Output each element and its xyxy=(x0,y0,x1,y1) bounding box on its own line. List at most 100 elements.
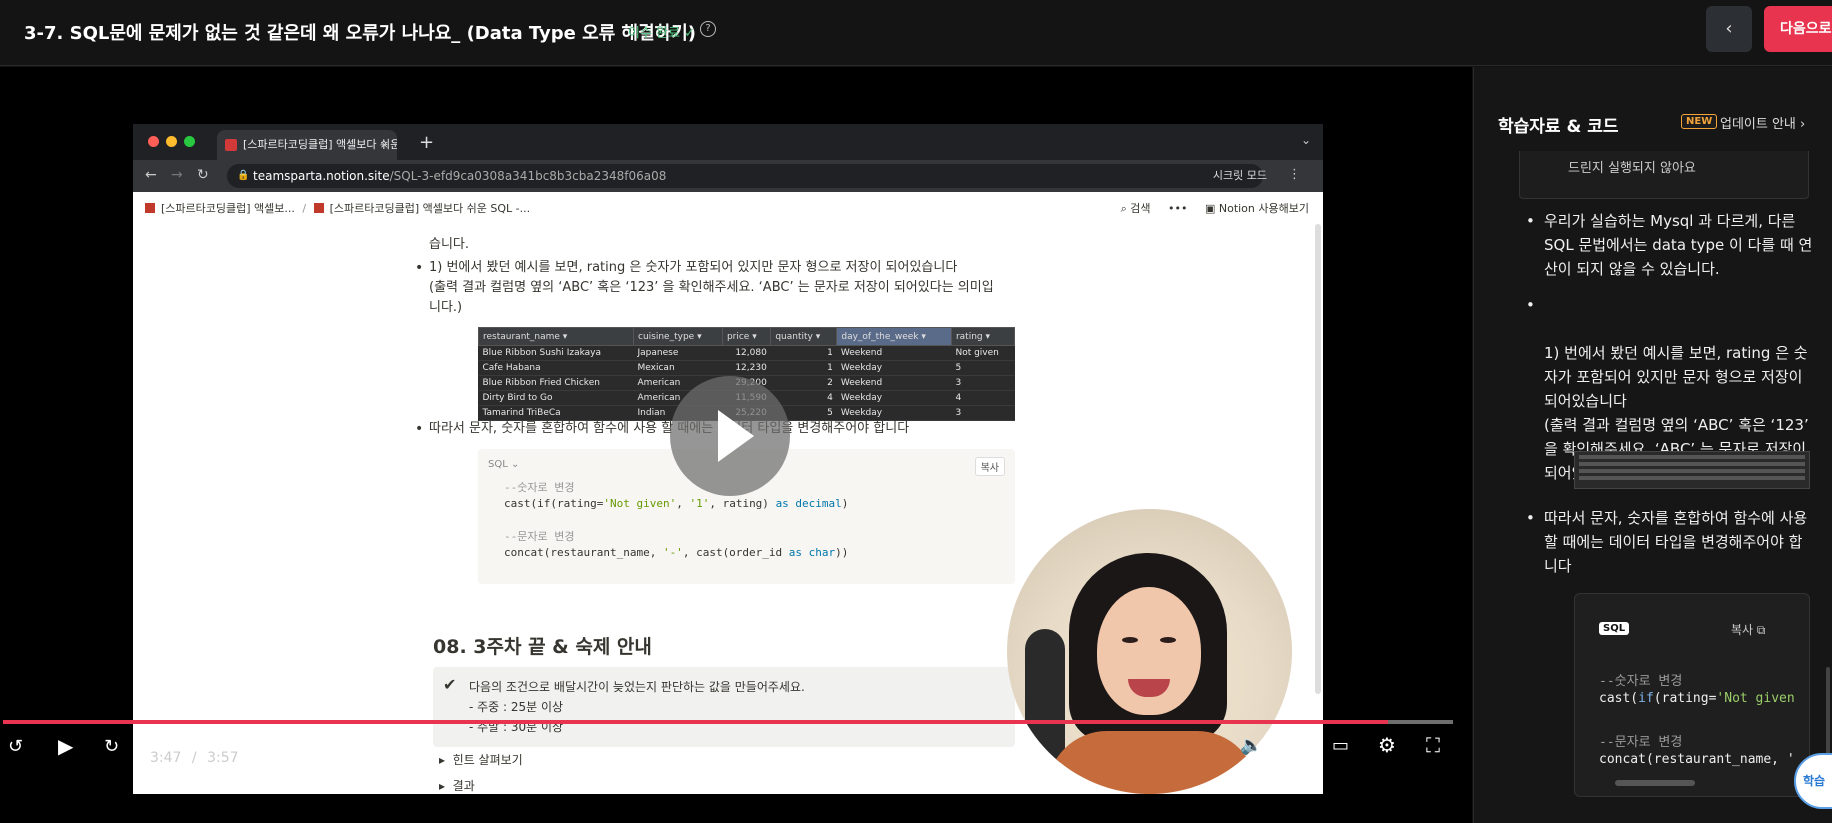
forward-arrow-icon: → xyxy=(171,167,183,183)
code-comment-1: --숫자로 변경 xyxy=(504,481,575,494)
breadcrumb-separator: / xyxy=(302,202,307,215)
hint-toggle: ▸ 힌트 살펴보기 xyxy=(439,753,523,767)
panel-code-block: SQL 복사 ⧉ --숫자로 변경 cast(if(rating='Not gi… xyxy=(1574,593,1810,797)
panel-scroll-area[interactable]: 드린지 실행되지 않아요 • 우리가 실습하는 Mysql 과 다르게, 다른 … xyxy=(1474,151,1832,823)
table-header-cell: rating ▾ xyxy=(950,327,1016,346)
table-cell: 4 xyxy=(951,390,1015,406)
video-player[interactable]: [스파르타코딩클럽] 액셀보다 쉬운 S × + ⌄ ← → ↻ 🔒 teams… xyxy=(0,67,1472,823)
tab-list-chevron-icon: ⌄ xyxy=(1300,133,1311,147)
rewind-10-icon[interactable]: ↺ xyxy=(8,736,23,757)
panel-title: 학습자료 & 코드 xyxy=(1498,117,1619,137)
settings-gear-icon[interactable]: ⚙ xyxy=(1378,733,1396,757)
result-toggle-label: 결과 xyxy=(452,779,475,793)
captions-icon[interactable]: ▭ xyxy=(1332,735,1349,756)
learning-materials-panel: 학습자료 & 코드 NEW 업데이트 안내 › 드린지 실행되지 않아요 • 우… xyxy=(1473,67,1832,823)
code-copy-button: 복사 xyxy=(974,457,1005,476)
book-icon xyxy=(313,203,324,213)
table-header-cell: cuisine_type ▾ xyxy=(633,327,723,346)
table-cell: 2 xyxy=(770,375,837,391)
breadcrumb-item-2: [스파르타코딩클럽] 액셀보다 쉬운 SQL -... xyxy=(329,202,531,215)
fullscreen-icon[interactable]: ⛶ xyxy=(1426,733,1440,757)
thumb-row xyxy=(1579,476,1805,480)
minimize-dot-icon xyxy=(166,136,177,147)
progress-bar[interactable] xyxy=(3,720,1453,724)
table-cell: Weekday xyxy=(836,360,952,376)
eye-shape xyxy=(1160,637,1176,643)
table-cell: Blue Ribbon Sushi Izakaya xyxy=(478,345,634,361)
playback-speed-button[interactable]: ✕ 1.0 xyxy=(1286,731,1305,755)
code-horizontal-scrollbar[interactable] xyxy=(1615,780,1695,786)
table-header-row: restaurant_name ▾ cuisine_type ▾ price ▾ qu… xyxy=(477,327,1016,346)
completion-status: 이수 완료 ✓ xyxy=(628,26,695,41)
notion-topbar: [스파르타코딩클럽] 액셀보... / [스파르타코딩클럽] 액셀보다 쉬운 S… xyxy=(133,192,1323,222)
copy-code-button[interactable]: 복사 ⧉ xyxy=(1731,621,1765,638)
cut-text: 습니다. xyxy=(429,237,470,252)
total-duration: 3:57 xyxy=(207,750,239,766)
help-icon[interactable]: ? xyxy=(700,21,716,37)
table-row: Cafe Habana Mexican 12,230 1 Weekday 5 xyxy=(478,360,1015,376)
table-cell: Japanese xyxy=(633,345,723,361)
result-toggle: ▸ 결과 xyxy=(439,779,475,793)
code-language-label: SQL ⌄ xyxy=(488,459,520,470)
hint-toggle-label: 힌트 살펴보기 xyxy=(452,753,523,767)
thumb-row xyxy=(1579,455,1805,459)
recorded-tab-title: [스파르타코딩클럽] 액셀보다 쉬운 S xyxy=(243,138,397,151)
table-row: Blue Ribbon Sushi Izakaya Japanese 12,080 1… xyxy=(478,345,1015,361)
current-time: 3:47 xyxy=(150,750,182,766)
recorded-omnibox: 🔒 teamsparta.notion.site/SQL-3-efd9ca030… xyxy=(227,164,1263,188)
book-icon xyxy=(145,203,155,213)
code-comment-1: --숫자로 변경 xyxy=(1599,674,1683,689)
play-icon[interactable]: ▶ xyxy=(58,734,73,758)
back-arrow-icon: ← xyxy=(145,167,157,183)
notion-search-label: 검색 xyxy=(1130,202,1151,215)
incognito-label: 시크릿 모드 xyxy=(1212,169,1267,182)
code-line-1: cast(if(rating='Not given xyxy=(1599,691,1795,706)
code-comment-2: --문자로 변경 xyxy=(504,530,575,543)
table-cell: 3 xyxy=(951,405,1015,421)
checkmark-icon: ✔ xyxy=(443,675,457,694)
progress-fill xyxy=(3,720,1388,724)
table-cell: 12,230 xyxy=(722,360,771,376)
table-cell: Not given xyxy=(951,345,1015,361)
close-dot-icon xyxy=(148,136,159,147)
notion-try-label: Notion 사용해보기 xyxy=(1218,202,1309,215)
table-cell: 5 xyxy=(951,360,1015,376)
thumb-row xyxy=(1579,462,1805,466)
time-display: 3:47 / 3:57 xyxy=(150,750,239,766)
bullet-dot: • xyxy=(415,421,424,437)
volume-icon[interactable]: 🔈 xyxy=(1240,735,1262,756)
bullet-dot: • xyxy=(415,260,424,276)
search-icon: ⌕ xyxy=(1120,202,1131,215)
update-notice-link[interactable]: 업데이트 안내 › xyxy=(1720,113,1805,132)
section-heading: 08. 3주차 끝 & 숙제 안내 xyxy=(433,636,652,658)
forward-10-icon[interactable]: ↻ xyxy=(104,736,119,757)
notion-bullet-1: • 1) 번에서 봤던 예시를 보면, rating 은 숫자가 포함되어 있지… xyxy=(415,258,1019,318)
big-play-button[interactable] xyxy=(670,376,790,496)
callout-text: 다음의 조건으로 배달시간이 늦었는지 판단하는 값을 만들어주세요. - 주중… xyxy=(469,677,805,737)
top-bar: 3-7. SQL문에 문제가 없는 것 같은데 왜 오류가 나나요_ (Data… xyxy=(0,0,1832,66)
chair-shape xyxy=(1025,629,1065,769)
bullet-dot: • xyxy=(1526,212,1535,230)
previous-lesson-button[interactable]: ‹ xyxy=(1706,6,1752,52)
panel-bullet-1: • 우리가 실습하는 Mysql 과 다르게, 다른 SQL 문법에서는 dat… xyxy=(1526,209,1814,281)
recorded-tab: [스파르타코딩클럽] 액셀보다 쉬운 S × xyxy=(217,130,397,160)
table-header-cell: price ▾ xyxy=(721,327,772,346)
eye-shape xyxy=(1122,637,1138,643)
url-host: teamsparta.notion.site xyxy=(253,169,390,183)
notion-actions: ⌕ 검색 ••• ▣ Notion 사용해보기 xyxy=(1121,200,1309,216)
table-cell: Mexican xyxy=(633,360,723,376)
lock-icon: 🔒 xyxy=(237,170,250,181)
table-cell: 1 xyxy=(770,360,837,376)
new-tab-icon: + xyxy=(419,132,435,153)
thumb-row xyxy=(1579,469,1805,473)
panel-bullet-1-text: 우리가 실습하는 Mysql 과 다르게, 다른 SQL 문법에서는 data … xyxy=(1544,212,1813,278)
notion-favicon-icon xyxy=(225,139,237,151)
next-lesson-button[interactable]: 다음으로 xyxy=(1764,6,1832,52)
time-separator: / xyxy=(191,750,197,766)
table-header-cell: day_of_the_week ▾ xyxy=(836,327,952,346)
callout-line-1: 다음의 조건으로 배달시간이 늦었는지 판단하는 값을 만들어주세요. xyxy=(469,680,805,694)
callout-line-2: - 주중 : 25분 이상 xyxy=(469,700,564,714)
table-cell: Dirty Bird to Go xyxy=(478,390,634,406)
code-language-tag: SQL xyxy=(1599,622,1630,635)
reload-icon: ↻ xyxy=(197,167,209,183)
